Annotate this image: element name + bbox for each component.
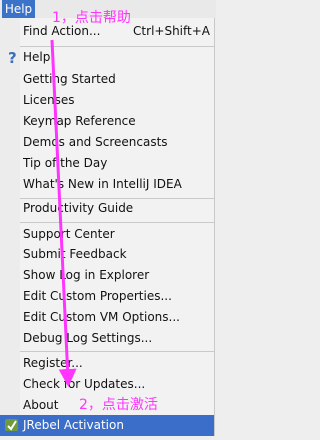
annotation-step-2: 2，点击激活 [79, 397, 158, 413]
menu-item-check-for-updates[interactable]: Check for Updates... [0, 373, 214, 395]
menu-item-jrebel-activation[interactable]: JRebel Activation [0, 415, 214, 436]
menu-item-label: JRebel Activation [23, 418, 124, 432]
menu-item-label: Help [23, 50, 51, 64]
jrebel-icon [4, 417, 20, 433]
menu-item-label: Tip of the Day [23, 156, 108, 170]
menu-item-licenses[interactable]: Licenses [0, 89, 214, 111]
menu-item-register[interactable]: Register... [0, 352, 214, 374]
menu-item-tip-of-the-day[interactable]: Tip of the Day [0, 152, 214, 174]
menu-item-demos[interactable]: Demos and Screencasts [0, 131, 214, 153]
menu-item-productivity-guide[interactable]: Productivity Guide [0, 197, 214, 219]
menu-item-label: Debug Log Settings... [23, 331, 153, 345]
menu-item-label: Check for Updates... [23, 377, 146, 391]
menu-item-shortcut: Ctrl+Shift+A [133, 24, 210, 38]
question-mark-icon: ? [4, 49, 20, 67]
help-menu-dropdown: Find Action... Ctrl+Shift+A ? Help Getti… [0, 18, 215, 436]
menu-item-label: Licenses [23, 93, 75, 107]
menu-item-edit-vm-options[interactable]: Edit Custom VM Options... [0, 306, 214, 328]
menu-item-label: Support Center [23, 227, 115, 241]
menu-item-submit-feedback[interactable]: Submit Feedback [0, 243, 214, 265]
menu-item-label: Demos and Screencasts [23, 135, 168, 149]
menu-item-label: About [23, 398, 59, 412]
menu-item-label: Productivity Guide [23, 201, 134, 215]
menu-item-getting-started[interactable]: Getting Started [0, 68, 214, 90]
menu-item-label: Edit Custom Properties... [23, 289, 172, 303]
menu-item-keymap-reference[interactable]: Keymap Reference [0, 110, 214, 132]
menu-item-edit-custom-properties[interactable]: Edit Custom Properties... [0, 285, 214, 307]
menu-item-help[interactable]: ? Help [0, 46, 214, 68]
svg-text:?: ? [8, 49, 17, 65]
menu-item-label: Show Log in Explorer [23, 268, 150, 282]
menu-item-label: Getting Started [23, 72, 116, 86]
menu-item-label: What's New in IntelliJ IDEA [23, 177, 182, 191]
menu-item-show-log[interactable]: Show Log in Explorer [0, 264, 214, 286]
annotation-step-1: 1，点击帮助 [52, 10, 131, 26]
menu-item-label: Register... [23, 356, 83, 370]
menu-item-label: Submit Feedback [23, 247, 127, 261]
help-menu-title[interactable]: Help [2, 0, 35, 18]
menu-item-label: Edit Custom VM Options... [23, 310, 180, 324]
menu-item-whats-new[interactable]: What's New in IntelliJ IDEA [0, 173, 214, 195]
menu-item-support-center[interactable]: Support Center [0, 223, 214, 245]
menu-item-label: Keymap Reference [23, 114, 136, 128]
menu-item-debug-log-settings[interactable]: Debug Log Settings... [0, 327, 214, 349]
